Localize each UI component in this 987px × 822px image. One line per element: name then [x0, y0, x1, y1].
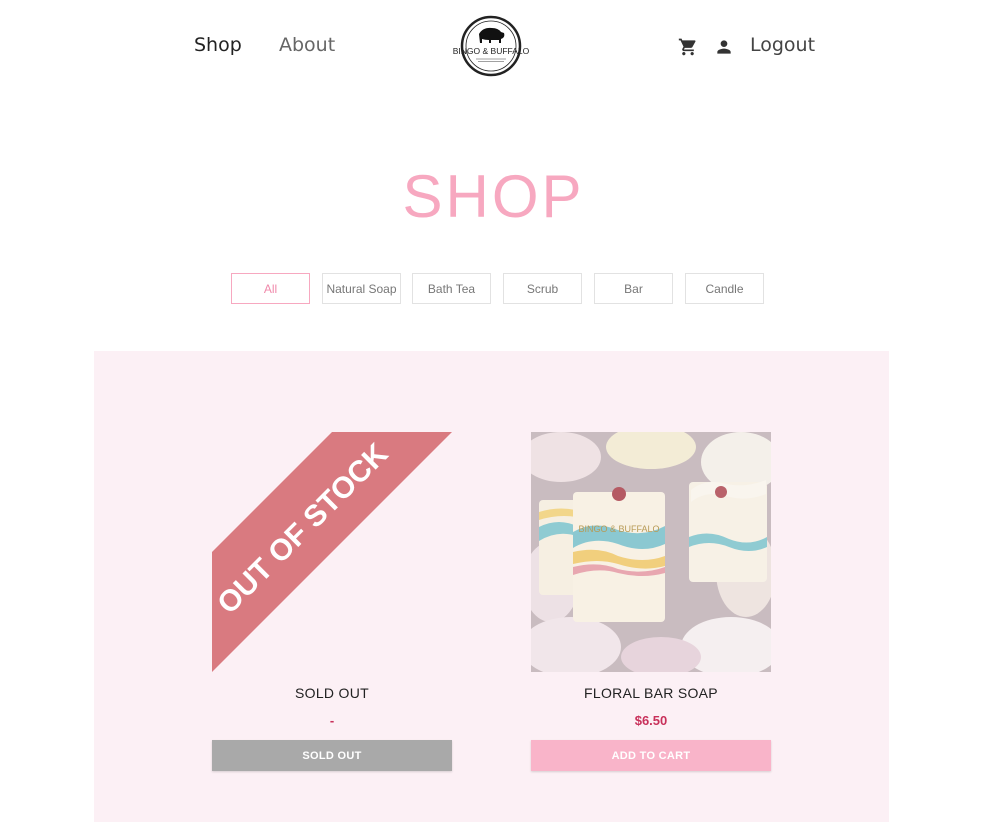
- out-of-stock-image[interactable]: OUT OF STOCK: [212, 432, 452, 672]
- filter-bath-tea[interactable]: Bath Tea: [412, 273, 491, 304]
- shopping-cart-icon[interactable]: [678, 37, 698, 57]
- account-icon[interactable]: [714, 36, 734, 58]
- nav-about-link[interactable]: About: [279, 34, 335, 56]
- product-grid: OUT OF STOCK SOLD OUT - SOLD OUT BINGO &…: [94, 351, 889, 822]
- filter-all[interactable]: All: [231, 273, 310, 304]
- product-price: $6.50: [634, 713, 668, 728]
- brand-logo[interactable]: BINGO & BUFFALO: [448, 14, 534, 78]
- product-name[interactable]: SOLD OUT: [212, 685, 452, 701]
- nav-shop-link[interactable]: Shop: [194, 34, 242, 56]
- filter-natural-soap[interactable]: Natural Soap: [322, 273, 401, 304]
- category-filters: All Natural Soap Bath Tea Scrub Bar Cand…: [231, 273, 771, 305]
- filter-candle[interactable]: Candle: [685, 273, 764, 304]
- floral-soap-photo[interactable]: BINGO & BUFFALO: [531, 432, 771, 672]
- page-title: SHOP: [402, 163, 585, 230]
- product-name[interactable]: FLORAL BAR SOAP: [531, 685, 771, 701]
- logout-link[interactable]: Logout: [750, 34, 815, 56]
- add-to-cart-button[interactable]: ADD TO CART: [531, 740, 771, 771]
- filter-bar[interactable]: Bar: [594, 273, 673, 304]
- product-price: -: [329, 713, 335, 728]
- out-of-stock-ribbon: OUT OF STOCK: [212, 432, 452, 672]
- top-nav: Shop About BINGO & BUFFALO Logout: [0, 0, 987, 95]
- soap-photo-illustration: BINGO & BUFFALO: [531, 432, 771, 672]
- sold-out-button[interactable]: SOLD OUT: [212, 740, 452, 771]
- logo-text: BINGO & BUFFALO: [453, 46, 530, 56]
- product-card: BINGO & BUFFALO FLORAL BAR SOAP $6.50 AD…: [531, 432, 771, 771]
- soap-stamp: BINGO & BUFFALO: [578, 524, 659, 534]
- product-card: OUT OF STOCK SOLD OUT - SOLD OUT: [212, 432, 452, 771]
- filter-scrub[interactable]: Scrub: [503, 273, 582, 304]
